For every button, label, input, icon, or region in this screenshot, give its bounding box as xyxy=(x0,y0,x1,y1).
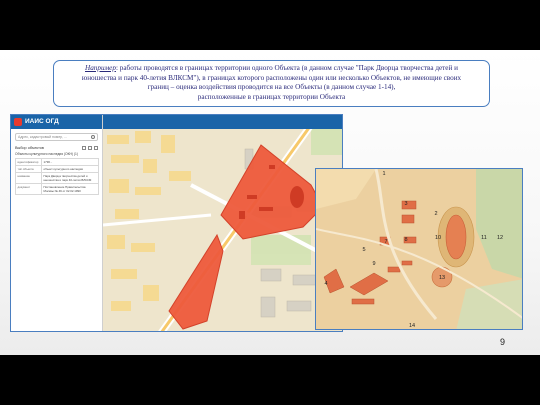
detail-label: 13 xyxy=(439,275,445,281)
filter-icon[interactable] xyxy=(82,145,86,150)
detail-label: 11 xyxy=(481,235,487,241)
search-input[interactable]: Адрес, кадастровый номер, ... xyxy=(15,133,98,141)
callout-text-1: : работы проводятся в границах территори… xyxy=(115,64,458,72)
detail-label: 7 xyxy=(384,239,387,245)
layer-tools[interactable] xyxy=(82,145,98,150)
attribute-table: идентификатор 1796... тип объекта объект к… xyxy=(15,158,99,195)
detail-label: 12 xyxy=(497,235,503,241)
search-icon[interactable] xyxy=(91,135,95,139)
detail-label: 3 xyxy=(404,201,407,207)
callout-text-3: границ – оценка воздействия проводится н… xyxy=(147,83,396,92)
app-header: ИАИС ОГД xyxy=(11,115,102,129)
app-title: ИАИС ОГД xyxy=(25,118,59,125)
table-row: название Парк Дворца творчества детей и ю… xyxy=(15,172,99,184)
detail-label: 10 xyxy=(435,235,441,241)
layer-header-label: Выбор объектов xyxy=(15,145,44,150)
table-row: тип объекта объект культурного наследия xyxy=(15,165,99,173)
close-icon[interactable] xyxy=(94,145,98,150)
detail-label: 2 xyxy=(434,211,437,217)
layer-item-label: Объекты культурного наследия (ОКН) (1) xyxy=(15,152,78,156)
info-callout: Например: работы проводятся в границах т… xyxy=(53,60,490,107)
attr-key: идентификатор xyxy=(15,158,42,166)
callout-lead: Например xyxy=(85,64,116,72)
attr-value: Парк Дворца творчества детей и юношества… xyxy=(41,172,99,184)
detail-label: 1 xyxy=(382,171,385,177)
app-logo-icon xyxy=(14,118,22,126)
attr-key: тип объекта xyxy=(15,165,42,173)
slide: Например: работы проводятся в границах т… xyxy=(0,50,540,355)
detail-label: 9 xyxy=(372,261,375,267)
attr-key: документ xyxy=(15,183,42,195)
detail-map: 1 2 3 4 5 7 8 9 10 11 12 13 14 xyxy=(315,168,523,330)
detail-label: 8 xyxy=(404,237,407,243)
search-placeholder: Адрес, кадастровый номер, ... xyxy=(18,135,68,139)
layers-icon[interactable] xyxy=(88,145,92,150)
page-number: 9 xyxy=(499,337,505,347)
layer-item[interactable]: Объекты культурного наследия (ОКН) (1) xyxy=(11,151,102,157)
map-top-bar xyxy=(103,115,342,129)
attr-value: объект культурного наследия xyxy=(41,165,99,173)
table-row: идентификатор 1796... xyxy=(15,158,99,166)
layer-header: Выбор объектов xyxy=(11,144,102,151)
callout-text-4: расположенные в границах территории Объе… xyxy=(197,92,346,101)
detail-label: 14 xyxy=(409,323,415,329)
map-screenshot: ИАИС ОГД Адрес, кадастровый номер, ... В… xyxy=(10,114,343,332)
detail-base-map[interactable]: 1 2 3 4 5 7 8 9 10 11 12 13 14 xyxy=(316,169,523,330)
detail-label: 4 xyxy=(324,281,327,287)
table-row: документ Постановление Правительства Моск… xyxy=(15,183,99,195)
detail-label: 5 xyxy=(362,247,365,253)
callout-text-2: юношества и парк 40-летия ВЛКСМ"), в гра… xyxy=(81,73,462,82)
attr-value: Постановление Правительства Москвы № 49 … xyxy=(41,183,99,195)
attr-value: 1796... xyxy=(41,158,99,166)
attr-key: название xyxy=(15,172,42,184)
side-panel: ИАИС ОГД Адрес, кадастровый номер, ... В… xyxy=(11,115,103,331)
